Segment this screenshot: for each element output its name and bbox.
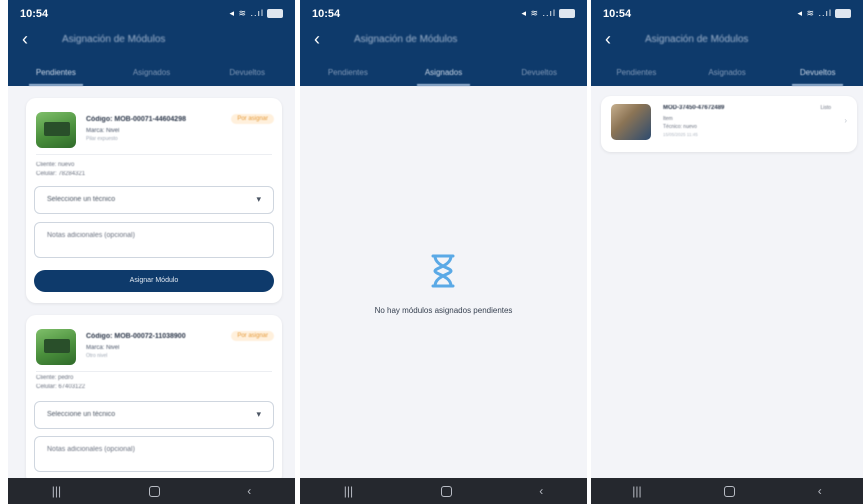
recents-button[interactable]: ||| xyxy=(344,484,353,498)
module-thumbnail xyxy=(36,329,76,365)
battery-icon xyxy=(559,9,575,19)
phone-assigned-screen: 10:54 ◂ ≋ ..ıl ‹ Asignación de Módulos P… xyxy=(300,0,587,504)
tab-pendientes[interactable]: Pendientes xyxy=(300,64,396,86)
module-detail: Pilar expuesto xyxy=(86,136,118,142)
module-card: Código: MOB-00071-44604298 Marca: Nivel … xyxy=(26,98,282,303)
module-code: MOD-37450-47672489 xyxy=(663,105,725,111)
status-badge: Por asignar xyxy=(231,331,274,341)
phone-pending-screen: 10:54 ◂ ≋ ..ıl ‹ Asignación de Módulos P… xyxy=(8,0,295,504)
page-title: Asignación de Módulos xyxy=(354,34,458,45)
system-back-button[interactable]: ‹ xyxy=(818,484,822,498)
client-info: Cliente: pedro xyxy=(36,375,74,381)
signal-icon: ◂ ≋ ..ıl xyxy=(229,8,264,18)
status-time: 10:54 xyxy=(20,8,49,20)
returned-module-card[interactable]: MOD-37450-47672489 Listo Item Técnico: n… xyxy=(601,96,857,152)
divider xyxy=(36,371,272,372)
system-back-button[interactable]: ‹ xyxy=(539,484,543,498)
technician-select-label: Seleccione un técnico xyxy=(47,411,116,418)
recents-button[interactable]: ||| xyxy=(632,484,641,498)
returned-list: MOD-37450-47672489 Listo Item Técnico: n… xyxy=(591,86,863,478)
recents-button[interactable]: ||| xyxy=(52,484,61,498)
module-code: Código: MOB-00072-11038900 xyxy=(86,333,186,340)
notes-field[interactable]: Notas adicionales (opcional) xyxy=(34,436,274,472)
phone-info: Celular: 78284321 xyxy=(36,171,86,177)
home-button[interactable] xyxy=(724,485,736,497)
tab-devueltos[interactable]: Devueltos xyxy=(199,64,295,86)
status-time: 10:54 xyxy=(312,8,341,20)
divider xyxy=(36,154,272,155)
module-code: Código: MOB-00071-44604298 xyxy=(86,116,186,123)
notes-placeholder: Notas adicionales (opcional) xyxy=(47,232,135,239)
client-info: Cliente: nuevo xyxy=(36,162,75,168)
pending-list: Código: MOB-00071-44604298 Marca: Nivel … xyxy=(8,86,295,478)
technician-select[interactable]: Seleccione un técnico ▾ xyxy=(34,401,274,429)
page-title: Asignación de Módulos xyxy=(645,34,749,45)
phone-info: Celular: 67403122 xyxy=(36,384,86,390)
notes-field[interactable]: Notas adicionales (opcional) xyxy=(34,222,274,258)
system-back-button[interactable]: ‹ xyxy=(247,484,251,498)
app-header: 10:54 ◂ ≋ ..ıl ‹ Asignación de Módulos P… xyxy=(300,0,587,86)
app-header: 10:54 ◂ ≋ ..ıl ‹ Asignación de Módulos P… xyxy=(8,0,295,86)
tab-asignados[interactable]: Asignados xyxy=(104,64,200,86)
app-header: 10:54 ◂ ≋ ..ıl ‹ Asignación de Módulos P… xyxy=(591,0,863,86)
module-model: Marca: Nivel xyxy=(86,128,120,134)
status-icons: ◂ ≋ ..ıl xyxy=(797,8,851,19)
technician-select-label: Seleccione un técnico xyxy=(47,196,116,203)
system-nav-bar: ||| ‹ xyxy=(591,478,863,504)
status-badge: Por asignar xyxy=(231,114,274,124)
tab-pendientes[interactable]: Pendientes xyxy=(8,64,104,86)
status-icons: ◂ ≋ ..ıl xyxy=(229,8,283,19)
tab-devueltos[interactable]: Devueltos xyxy=(772,64,863,86)
status-badge: Listo xyxy=(820,105,831,111)
module-card: Código: MOB-00072-11038900 Marca: Nivel … xyxy=(26,315,282,478)
status-bar: 10:54 ◂ ≋ ..ıl xyxy=(591,0,863,26)
tab-bar: Pendientes Asignados Devueltos xyxy=(8,64,295,86)
battery-icon xyxy=(267,9,283,19)
status-icons: ◂ ≋ ..ıl xyxy=(521,8,575,19)
back-button[interactable]: ‹ xyxy=(314,30,320,48)
home-button[interactable] xyxy=(440,485,452,497)
tab-devueltos[interactable]: Devueltos xyxy=(491,64,587,86)
timestamp: 15/05/2025 11:45 xyxy=(663,132,698,137)
system-nav-bar: ||| ‹ xyxy=(300,478,587,504)
hourglass-icon xyxy=(431,254,455,288)
status-time: 10:54 xyxy=(603,8,632,20)
page-title: Asignación de Módulos xyxy=(62,34,166,45)
back-button[interactable]: ‹ xyxy=(605,30,611,48)
assigned-list: No hay módulos asignados pendientes xyxy=(300,86,587,478)
back-button[interactable]: ‹ xyxy=(22,30,28,48)
module-detail: Otro nivel xyxy=(86,353,108,359)
home-button[interactable] xyxy=(148,485,160,497)
battery-icon xyxy=(835,9,851,19)
chevron-down-icon: ▾ xyxy=(256,194,261,204)
chevron-right-icon: › xyxy=(844,116,847,125)
signal-icon: ◂ ≋ ..ıl xyxy=(797,8,832,18)
module-line: Item xyxy=(663,116,673,122)
module-thumbnail xyxy=(611,104,651,140)
module-thumbnail xyxy=(36,112,76,148)
tab-asignados[interactable]: Asignados xyxy=(682,64,773,86)
phone-returned-screen: 10:54 ◂ ≋ ..ıl ‹ Asignación de Módulos P… xyxy=(591,0,863,504)
notes-placeholder: Notas adicionales (opcional) xyxy=(47,446,135,453)
status-bar: 10:54 ◂ ≋ ..ıl xyxy=(300,0,587,26)
technician-select[interactable]: Seleccione un técnico ▾ xyxy=(34,186,274,214)
tab-bar: Pendientes Asignados Devueltos xyxy=(300,64,587,86)
tab-pendientes[interactable]: Pendientes xyxy=(591,64,682,86)
chevron-down-icon: ▾ xyxy=(256,409,261,419)
signal-icon: ◂ ≋ ..ıl xyxy=(521,8,556,18)
tab-bar: Pendientes Asignados Devueltos xyxy=(591,64,863,86)
status-bar: 10:54 ◂ ≋ ..ıl xyxy=(8,0,295,26)
system-nav-bar: ||| ‹ xyxy=(8,478,295,504)
tab-asignados[interactable]: Asignados xyxy=(396,64,492,86)
screenshot-stage: 10:54 ◂ ≋ ..ıl ‹ Asignación de Módulos P… xyxy=(0,0,863,504)
technician-line: Técnico: nuevo xyxy=(663,124,697,130)
module-model: Marca: Nivel xyxy=(86,345,120,351)
empty-state-message: No hay módulos asignados pendientes xyxy=(374,306,513,315)
assign-module-button[interactable]: Asignar Módulo xyxy=(34,270,274,292)
